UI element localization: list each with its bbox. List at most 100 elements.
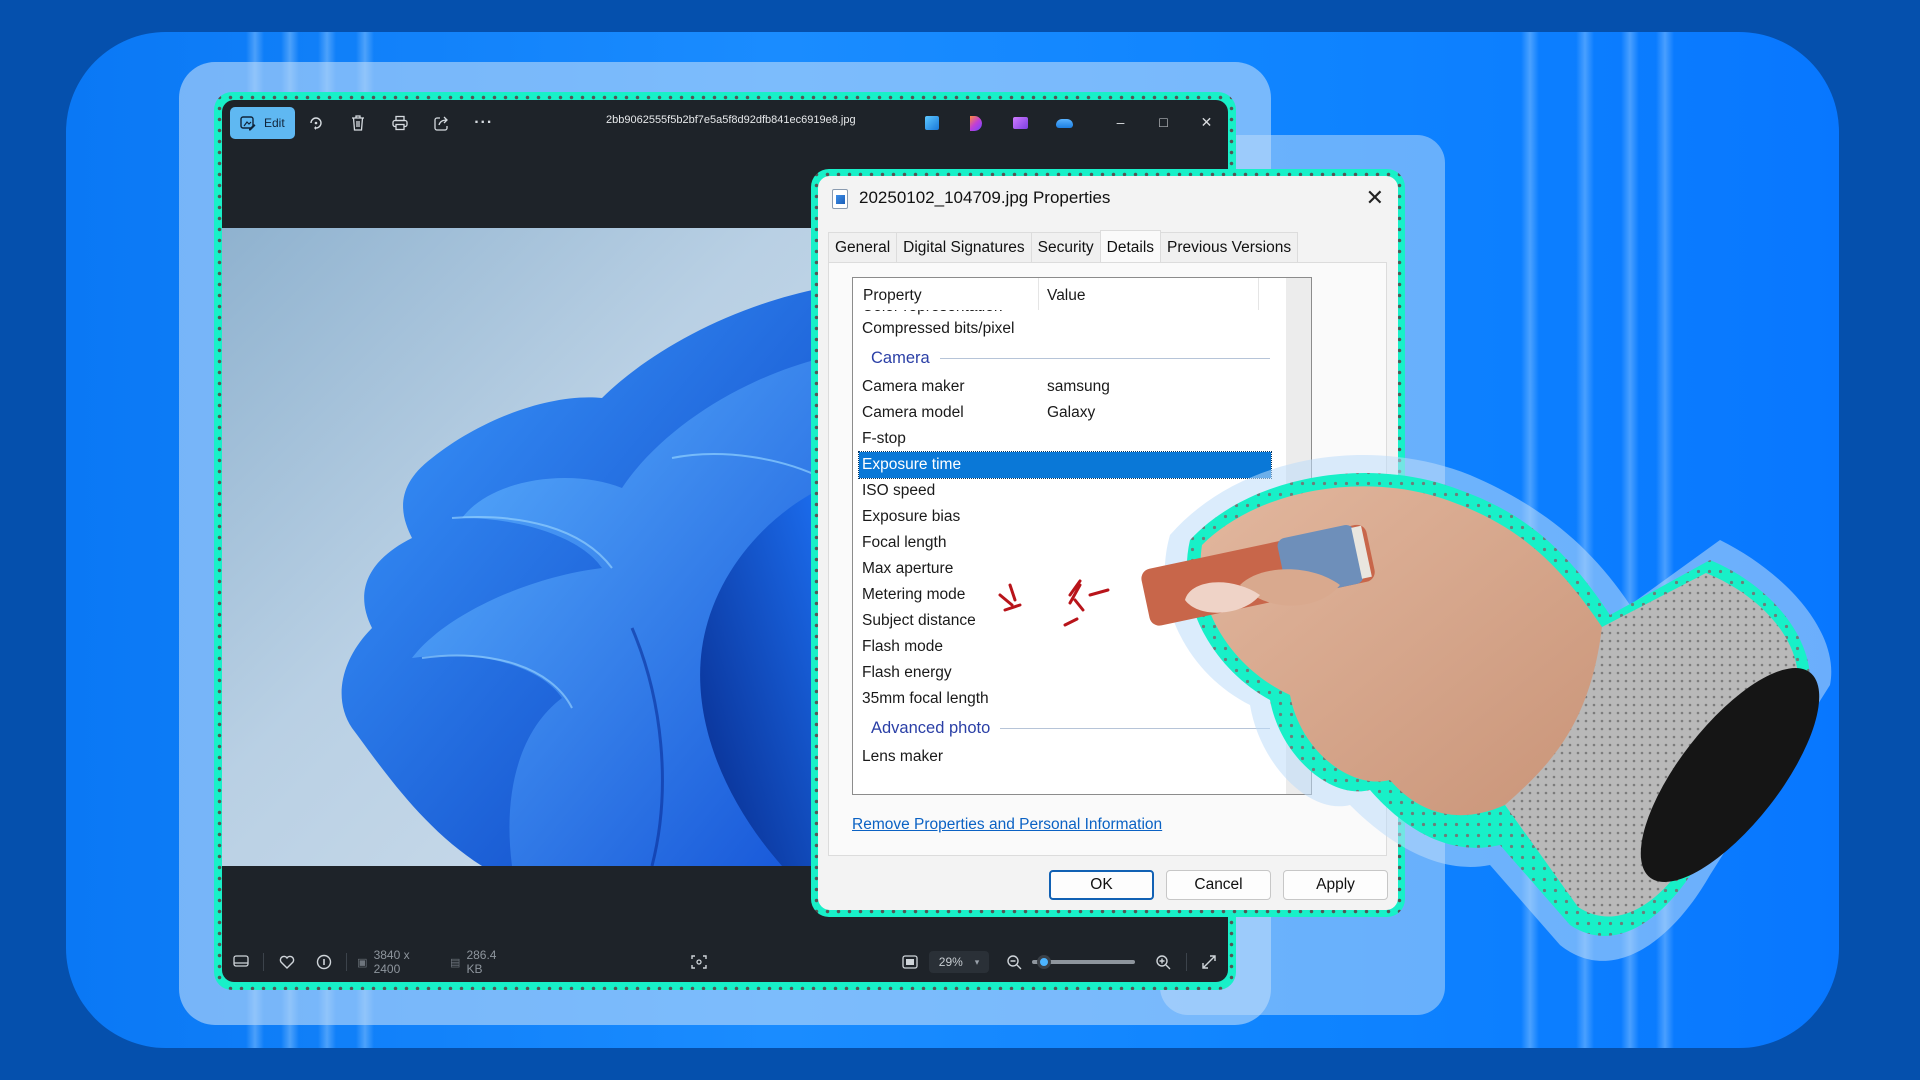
dialog-close-button[interactable]: ✕ (1366, 185, 1384, 211)
group-label: Camera (871, 348, 930, 367)
property-name: Camera model (862, 404, 964, 421)
fit-to-window-icon (902, 955, 918, 969)
rotate-icon (309, 117, 322, 130)
list-item[interactable]: Subject distance (853, 608, 1286, 634)
file-size-icon: ▤ (450, 956, 461, 969)
edit-button[interactable]: Edit (230, 107, 295, 139)
property-name: Exposure bias (862, 508, 961, 525)
clipchamp-icon (970, 115, 982, 131)
list-item[interactable]: 35mm focal length (853, 686, 1286, 712)
list-group-header: Camera (853, 342, 1286, 374)
group-divider (939, 357, 1270, 359)
list-item[interactable]: Flash energy (853, 660, 1286, 686)
list-item[interactable]: Exposure bias (853, 504, 1286, 530)
cancel-button[interactable]: Cancel (1166, 870, 1271, 900)
designer-icon (1012, 117, 1028, 129)
property-name: 35mm focal length (862, 690, 989, 707)
zoom-in-button[interactable] (1145, 954, 1182, 970)
tab-previous-versions[interactable]: Previous Versions (1160, 232, 1299, 262)
delete-icon (351, 115, 364, 131)
onedrive-icon (1055, 118, 1073, 128)
more-icon: ··· (474, 114, 494, 131)
zoom-slider[interactable] (1032, 955, 1135, 969)
zoom-level-value: 29% (938, 955, 963, 969)
dialog-title: 20250102_104709.jpg Properties (859, 188, 1111, 207)
tab-details[interactable]: Details (1099, 230, 1162, 262)
dialog-buttons: OK Cancel Apply (1049, 870, 1388, 900)
designer-button[interactable] (1005, 108, 1035, 138)
property-name: Metering mode (862, 586, 966, 603)
properties-list[interactable]: Property Value Color representation Comp… (852, 277, 1312, 795)
onedrive-button[interactable] (1049, 108, 1079, 138)
property-name: Compressed bits/pixel (862, 320, 1015, 337)
properties-dialog: 20250102_104709.jpg Properties ✕ General… (818, 176, 1398, 910)
property-name: Max aperture (862, 560, 954, 577)
zoom-slider-thumb[interactable] (1036, 955, 1051, 969)
fit-to-window-button[interactable] (892, 955, 929, 969)
print-button[interactable] (379, 107, 421, 139)
column-header-property[interactable]: Property (853, 278, 1039, 310)
share-button[interactable] (421, 107, 463, 139)
list-item[interactable]: Camera maker samsung (853, 374, 1286, 400)
details-panel: Property Value Color representation Comp… (828, 262, 1387, 856)
fullscreen-button[interactable] (1191, 954, 1228, 970)
zoom-out-button[interactable] (995, 954, 1032, 970)
group-divider (1000, 727, 1270, 729)
list-item[interactable]: Lens maker (853, 744, 1286, 770)
list-item[interactable]: ISO speed (853, 478, 1286, 504)
filmstrip-button[interactable] (222, 955, 259, 969)
list-item[interactable]: Focal length (853, 530, 1286, 556)
list-item[interactable]: Max aperture (853, 556, 1286, 582)
property-name: Subject distance (862, 612, 976, 629)
zoom-level-dropdown[interactable]: 29% ▾ (928, 951, 990, 973)
decorative-stripe (1576, 32, 1594, 1048)
list-item[interactable]: Compressed bits/pixel (853, 316, 1286, 342)
list-item[interactable]: Flash mode (853, 634, 1286, 660)
column-header-value[interactable]: Value (1039, 278, 1259, 310)
list-header: Property Value (853, 278, 1286, 310)
favorite-button[interactable] (268, 955, 305, 969)
close-button[interactable]: ✕ (1185, 100, 1228, 144)
tab-general[interactable]: General (828, 232, 898, 262)
list-rows: Color representation Compressed bits/pix… (853, 298, 1286, 770)
visual-search-button[interactable] (681, 954, 718, 970)
edit-image-icon (240, 116, 256, 131)
photos-editor-button[interactable] (917, 108, 947, 138)
property-name: Focal length (862, 534, 947, 551)
maximize-button[interactable]: □ (1142, 100, 1185, 144)
ok-button[interactable]: OK (1049, 870, 1154, 900)
clipchamp-button[interactable] (961, 108, 991, 138)
remove-properties-link[interactable]: Remove Properties and Personal Informati… (852, 816, 1162, 834)
property-name: Exposure time (862, 456, 962, 473)
list-item[interactable]: Metering mode (853, 582, 1286, 608)
apply-button[interactable]: Apply (1283, 870, 1388, 900)
tab-security[interactable]: Security (1030, 232, 1101, 262)
tab-digital-signatures[interactable]: Digital Signatures (896, 232, 1032, 262)
property-name: ISO speed (862, 482, 936, 499)
dimensions-icon: ▣ (357, 956, 368, 969)
heart-icon (279, 955, 294, 969)
chevron-down-icon: ▾ (974, 956, 980, 967)
list-scrollbar[interactable] (1286, 278, 1311, 794)
filmstrip-icon (232, 955, 249, 967)
minimize-button[interactable]: – (1099, 100, 1142, 144)
delete-button[interactable] (337, 107, 379, 139)
more-options-button[interactable]: ··· (463, 107, 505, 139)
property-name: F-stop (862, 430, 906, 447)
list-item[interactable]: F-stop (853, 426, 1286, 452)
property-value: samsung (1047, 378, 1110, 395)
window-controls: – □ ✕ (1099, 100, 1228, 144)
decorative-stripe (1621, 32, 1639, 1048)
file-size: 286.4 KB (466, 948, 497, 976)
print-icon (392, 115, 408, 131)
photos-editor-icon (925, 116, 939, 130)
app-integrations (917, 108, 1079, 138)
rotate-button[interactable] (295, 107, 337, 139)
file-info-button[interactable] (305, 954, 342, 970)
property-name: Lens maker (862, 748, 943, 765)
list-item-selected[interactable]: Exposure time (858, 451, 1272, 479)
photos-toolbar: Edit ··· 2bb9062555f5b2bf7e5a5f8d92dfb84… (222, 100, 1228, 146)
file-name-title: 2bb9062555f5b2bf7e5a5f8d92dfb841ec6919e8… (606, 114, 856, 126)
list-item[interactable]: Camera model Galaxy (853, 400, 1286, 426)
expand-icon (1202, 955, 1217, 969)
